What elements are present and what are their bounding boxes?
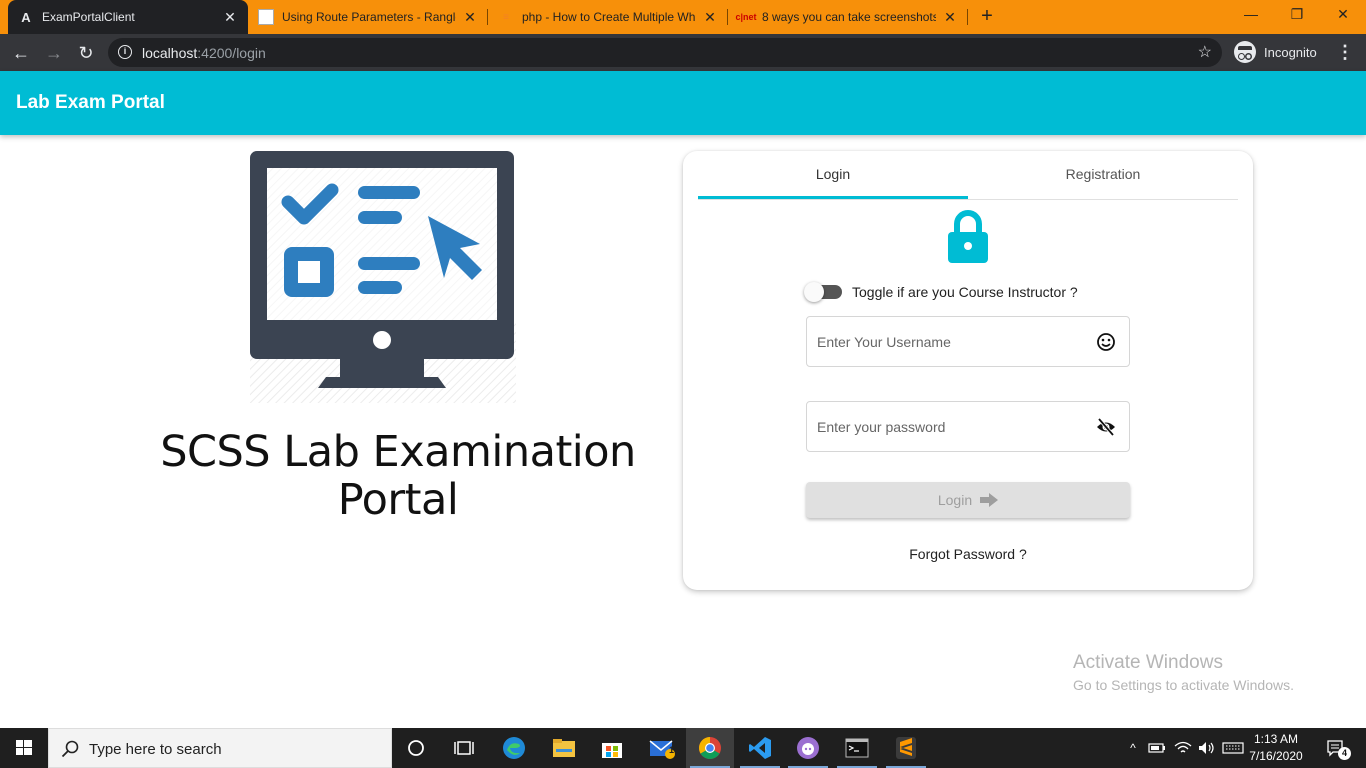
smiley-icon (1097, 333, 1115, 351)
edge-icon[interactable] (490, 728, 538, 768)
tab-separator (967, 9, 968, 25)
password-input[interactable] (817, 416, 1087, 438)
username-field (806, 316, 1130, 367)
login-button-label: Login (937, 492, 973, 508)
store-icon[interactable] (588, 728, 636, 768)
browser-toolbar: ← → ↻ i localhost:4200/login ☆ Incognito… (0, 34, 1366, 71)
terminal-icon[interactable] (833, 728, 881, 768)
system-clock[interactable]: 1:13 AM 7/16/2020 (1244, 731, 1308, 765)
tab-title: ExamPortalClient (42, 10, 135, 24)
tab-title: Using Route Parameters - Rangle.io (282, 10, 456, 24)
new-tab-icon[interactable]: + (976, 5, 998, 27)
notification-center-icon[interactable]: 4 (1316, 728, 1356, 768)
tab-exam-portal-client[interactable]: A ExamPortalClient ✕ (8, 0, 248, 34)
browser-menu-icon[interactable]: ⋮ (1336, 40, 1354, 66)
battery-icon[interactable] (1146, 728, 1168, 768)
activate-windows-title: Activate Windows (1073, 652, 1223, 673)
chrome-icon[interactable] (686, 728, 734, 768)
tab-login[interactable]: Login (698, 151, 968, 199)
angular-icon: A (21, 9, 31, 25)
stackoverflow-icon: ≡ (503, 11, 509, 23)
bookmark-star-icon[interactable]: ☆ (1198, 42, 1212, 62)
instructor-toggle-row: Toggle if are you Course Instructor ? (804, 282, 1078, 302)
file-explorer-icon[interactable] (540, 728, 588, 768)
password-field (806, 401, 1130, 452)
incognito-badge[interactable]: Incognito (1234, 39, 1317, 65)
sublime-text-icon[interactable] (882, 728, 930, 768)
search-placeholder: Type here to search (89, 741, 222, 758)
clock-date: 7/16/2020 (1249, 749, 1303, 763)
active-tab-indicator (698, 196, 968, 199)
tab-php-multiple[interactable]: ≡ php - How to Create Multiple Wh ✕ (488, 0, 728, 34)
notification-badge: 4 (1338, 747, 1351, 760)
window-close-icon[interactable]: ✕ (1320, 0, 1366, 30)
windows-taskbar: Type here to search 1 ^ 1:13 AM 7/16/202… (0, 728, 1366, 768)
back-icon[interactable]: ← (8, 40, 34, 66)
keyboard-icon[interactable] (1220, 728, 1246, 768)
github-desktop-icon[interactable] (784, 728, 832, 768)
login-arrow-icon (980, 493, 999, 507)
rangle-favicon-icon (258, 9, 274, 25)
app-header: Lab Exam Portal (0, 71, 1366, 135)
lock-icon (948, 210, 988, 263)
incognito-icon (1234, 41, 1256, 63)
restore-icon[interactable]: ❐ (1274, 0, 1320, 30)
auth-tabs: Login Registration (698, 151, 1238, 200)
reload-icon[interactable]: ↻ (73, 40, 99, 66)
close-icon[interactable]: ✕ (942, 9, 958, 25)
close-icon[interactable]: ✕ (462, 9, 478, 25)
instructor-toggle-label[interactable]: Toggle if are you Course Instructor ? (852, 284, 1078, 300)
activate-windows-subtitle: Go to Settings to activate Windows. (1073, 677, 1294, 693)
browser-tab-strip: A ExamPortalClient ✕ Using Route Paramet… (0, 0, 1366, 34)
tab-title: 8 ways you can take screenshots (762, 10, 936, 24)
url-text: localhost:4200/login (142, 45, 266, 61)
login-card: Login Registration Toggle if are you Cou… (683, 151, 1253, 590)
incognito-label: Incognito (1264, 44, 1317, 60)
tab-title: php - How to Create Multiple Wh (522, 10, 696, 24)
tab-screenshots[interactable]: c|net 8 ways you can take screenshots ✕ (728, 0, 968, 34)
volume-icon[interactable] (1196, 728, 1218, 768)
cnet-icon: c|net (735, 12, 757, 22)
portal-title: SCSS Lab Examination Portal (160, 427, 636, 525)
login-button[interactable]: Login (806, 482, 1130, 518)
tab-route-parameters[interactable]: Using Route Parameters - Rangle.io ✕ (248, 0, 488, 34)
clock-time: 1:13 AM (1253, 732, 1299, 746)
taskbar-search[interactable]: Type here to search (48, 728, 392, 768)
app-brand[interactable]: Lab Exam Portal (16, 92, 165, 114)
vscode-icon[interactable] (736, 728, 784, 768)
close-icon[interactable]: ✕ (222, 9, 238, 25)
exam-monitor-illustration (250, 151, 516, 403)
close-icon[interactable]: ✕ (702, 9, 718, 25)
site-info-icon[interactable]: i (118, 45, 132, 59)
wifi-icon[interactable] (1172, 728, 1194, 768)
instructor-toggle[interactable] (804, 282, 842, 302)
tray-overflow-icon[interactable]: ^ (1124, 728, 1142, 768)
mail-icon[interactable]: 1 (638, 728, 686, 768)
username-input[interactable] (817, 331, 1087, 353)
windows-start-icon[interactable] (0, 728, 48, 768)
minimize-icon[interactable]: — (1228, 0, 1274, 30)
tab-registration[interactable]: Registration (968, 151, 1238, 199)
forgot-password-link[interactable]: Forgot Password ? (806, 546, 1130, 562)
forward-icon[interactable]: → (41, 40, 67, 66)
search-icon (61, 740, 79, 758)
address-bar[interactable]: i localhost:4200/login ☆ (108, 38, 1222, 67)
visibility-off-icon[interactable] (1096, 417, 1116, 437)
toggle-thumb (804, 282, 824, 302)
mail-badge: 1 (669, 745, 675, 755)
task-view-icon[interactable] (440, 728, 488, 768)
cortana-icon[interactable] (392, 728, 440, 768)
